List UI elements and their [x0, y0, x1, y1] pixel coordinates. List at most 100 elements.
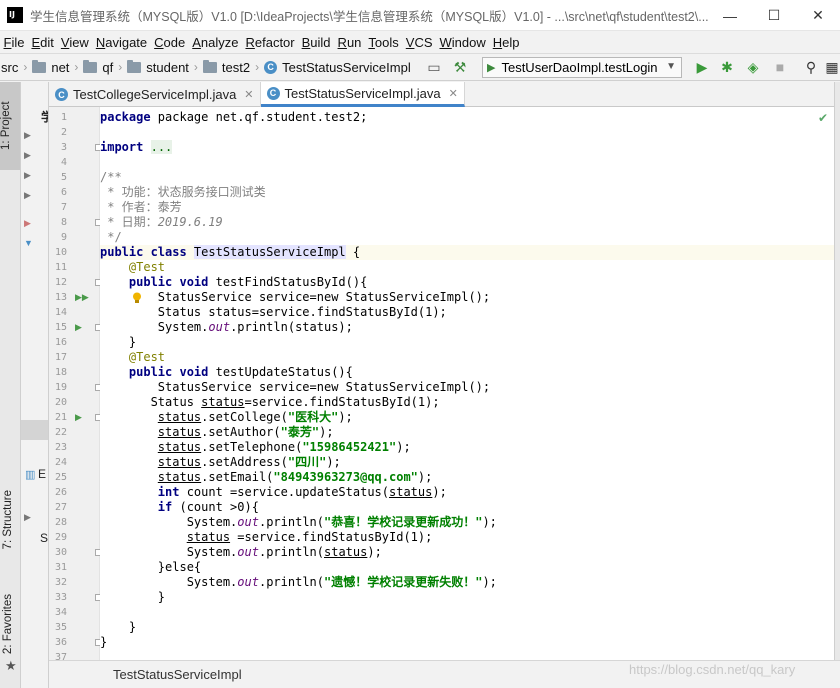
code-text: count =service.updateStatus(	[186, 485, 389, 499]
chevron-right-icon[interactable]: ▶	[24, 512, 31, 523]
menu-navigate[interactable]: Navigate	[92, 35, 150, 50]
code-text: StatusService service=new StatusServiceI…	[157, 290, 491, 304]
line-number: 33	[54, 592, 67, 603]
code-text: );	[367, 545, 382, 559]
line-number: 12	[54, 277, 67, 288]
line-number: 32	[54, 577, 67, 588]
chevron-right-icon[interactable]: ▶	[24, 170, 31, 181]
breadcrumb-src[interactable]: src	[1, 60, 18, 75]
line-number: 1	[60, 112, 67, 123]
lightbulb-icon[interactable]	[132, 292, 142, 304]
close-icon[interactable]: ✕	[449, 87, 458, 100]
menu-analyze[interactable]: Analyze	[189, 35, 242, 50]
breadcrumb-status[interactable]: TestStatusServiceImpl	[113, 667, 242, 682]
intellij-logo-icon: IJ	[7, 7, 23, 23]
code-text: "医科大"	[287, 410, 339, 424]
chevron-right-icon[interactable]: ▶	[24, 218, 31, 229]
project-root-node[interactable]: 学	[41, 108, 48, 125]
stop-icon[interactable]: ■	[772, 59, 788, 75]
code-text: TestStatusServiceImpl	[193, 245, 346, 259]
breadcrumb-label: src	[1, 59, 19, 75]
coverage-icon[interactable]: ◈	[745, 59, 761, 75]
favorites-tool-tab[interactable]: 2: Favorites	[2, 594, 14, 654]
breadcrumb-class[interactable]: C TestStatusServiceImpl	[264, 60, 411, 75]
code-text: status	[157, 455, 202, 469]
tab-college-service[interactable]: C TestCollegeServiceImpl.java ✕	[49, 82, 261, 107]
code-line: Status status=service.findStatusById(1);	[100, 305, 834, 320]
line-number: 27	[54, 502, 67, 513]
run-configuration-select[interactable]: ▶ TestUserDaoImpl.testLogin ▼	[482, 57, 682, 78]
menu-window[interactable]: Window	[436, 35, 489, 50]
chevron-right-icon[interactable]: ▶	[24, 150, 31, 161]
breadcrumb-student[interactable]: student	[127, 59, 189, 75]
code-text: System.	[186, 545, 238, 559]
run-all-tests-icon[interactable]: ▶▶	[75, 290, 89, 305]
code-text: package net.qf.student.test2;	[157, 110, 368, 124]
run-test-icon[interactable]: ▶	[75, 410, 82, 425]
code-text: Status status=service.findStatusById(1);	[157, 305, 447, 319]
close-icon[interactable]: ✕	[244, 88, 253, 101]
menu-run[interactable]: Run	[334, 35, 365, 50]
line-number: 11	[54, 262, 67, 273]
layout-icon[interactable]: ▭	[426, 59, 442, 75]
code-line: Status status=service.findStatusById(1);	[100, 395, 834, 410]
code-text: status	[157, 410, 202, 424]
external-libraries-node[interactable]: E	[38, 467, 46, 481]
line-number: 31	[54, 562, 67, 573]
menu-code[interactable]: Code	[151, 35, 189, 50]
code-text: System.	[186, 515, 238, 529]
code-text: "15986452421"	[302, 440, 397, 454]
breadcrumb-label: net	[51, 59, 70, 75]
code-editor[interactable]: 1 2 3 4 5 6 7 8 9 10 11 12 13 14 15 16 17 18 19 20 21 22 23 24 2…	[49, 107, 834, 660]
close-button[interactable]: ✕	[796, 0, 840, 31]
menu-build[interactable]: Build	[298, 35, 334, 50]
class-icon: C	[264, 60, 278, 74]
breadcrumb-test2[interactable]: test2	[202, 59, 250, 75]
code-text: status	[389, 485, 433, 499]
menu-edit[interactable]: Edit	[28, 35, 57, 50]
debug-icon[interactable]: ✱	[719, 59, 735, 75]
breadcrumb-net[interactable]: net	[32, 59, 70, 75]
chevron-right-icon[interactable]: ▶	[24, 190, 31, 201]
code-line: @Test	[100, 260, 834, 275]
chevron-right-icon[interactable]: ▶	[24, 130, 31, 141]
line-number: 26	[54, 487, 67, 498]
code-text: out	[237, 515, 259, 529]
more-icon[interactable]: ▦	[825, 59, 838, 75]
scratches-node[interactable]: S	[40, 531, 48, 545]
menu-vcs[interactable]: VCS	[402, 35, 436, 50]
breadcrumb-qf[interactable]: qf	[83, 59, 113, 75]
menu-help[interactable]: Help	[489, 35, 523, 50]
code-text: );	[396, 440, 411, 454]
code-text: "恭喜！学校记录更新成功！"	[324, 515, 483, 529]
line-number: 18	[54, 367, 67, 378]
title-bar: IJ 学生信息管理系统（MYSQL版）V1.0 [D:\IdeaProjects…	[0, 0, 840, 31]
folded-code[interactable]: ...	[150, 140, 173, 154]
structure-tool-tab[interactable]: 7: Structure	[2, 490, 14, 549]
code-text: }	[128, 335, 137, 349]
code-area[interactable]: package package net.qf.student.test2; im…	[100, 107, 834, 660]
menu-file[interactable]: File	[0, 35, 28, 50]
code-line: }	[100, 635, 834, 650]
code-line: System.out.println(status);	[100, 545, 834, 560]
menu-refactor[interactable]: Refactor	[242, 35, 298, 50]
code-line: * 功能：状态服务接口测试类	[100, 185, 266, 199]
maximize-button[interactable]: ☐	[752, 0, 796, 31]
folder-icon	[32, 59, 47, 73]
project-tool-tab[interactable]: 1: Project	[0, 82, 20, 170]
code-text: .setEmail(	[201, 470, 274, 484]
run-test-icon[interactable]: ▶	[75, 320, 82, 335]
menu-view[interactable]: View	[57, 35, 92, 50]
search-icon[interactable]: ⚲	[803, 59, 819, 75]
tab-status-service[interactable]: C TestStatusServiceImpl.java ✕	[260, 82, 465, 107]
menu-tools[interactable]: Tools	[365, 35, 402, 50]
code-line: /**	[100, 170, 122, 184]
code-line: System.out.println("遗憾！学校记录更新失败！");	[100, 575, 834, 590]
code-text: "84943963273@qq.com"	[273, 470, 418, 484]
run-icon[interactable]: ▶	[694, 59, 710, 75]
code-text: "遗憾！学校记录更新失败！"	[324, 575, 483, 589]
code-text: public void	[128, 365, 216, 379]
build-hammer-icon[interactable]: ⚒	[452, 59, 468, 75]
minimize-button[interactable]: —	[708, 0, 752, 31]
chevron-down-icon[interactable]: ▼	[24, 238, 33, 248]
